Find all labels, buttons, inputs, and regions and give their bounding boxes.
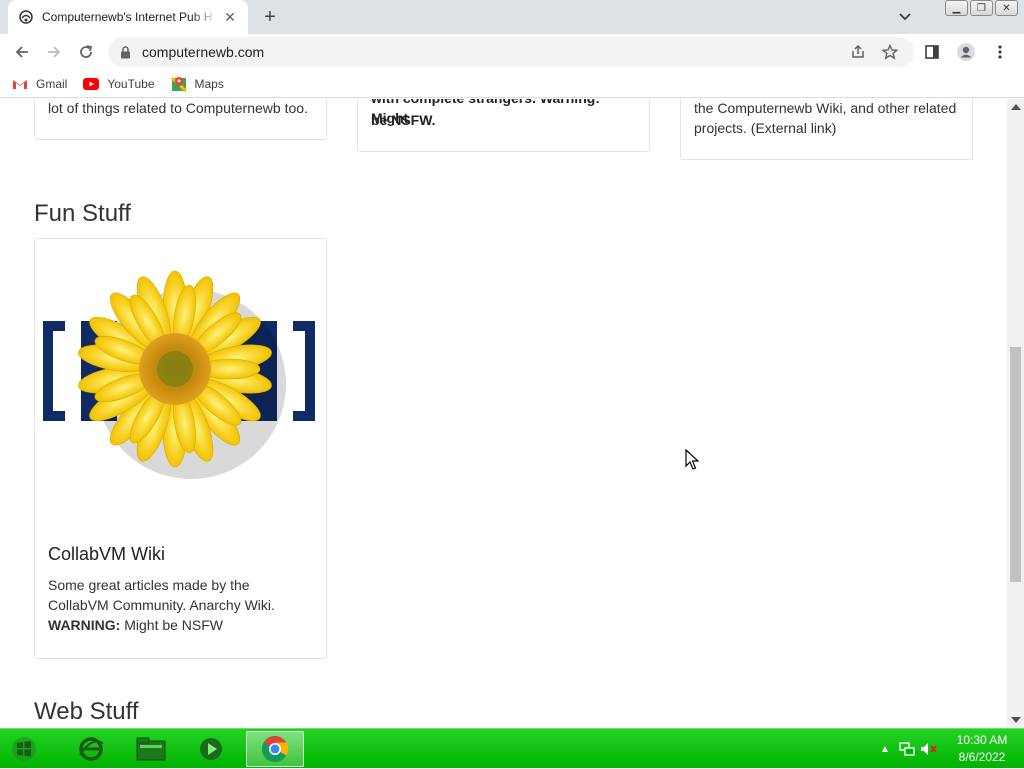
profile-avatar-icon[interactable] [950,36,982,68]
top-card-1: lot of things related to Computernewb to… [34,99,327,140]
card-description: lot of things related to Computernewb to… [48,100,308,116]
new-tab-button[interactable]: + [258,5,282,29]
scroll-down-arrow-icon[interactable] [1011,717,1021,723]
bookmark-star-icon[interactable] [878,40,902,64]
gmail-icon [12,76,28,92]
page-content: lot of things related to Computernewb to… [0,99,1007,728]
taskbar-explorer-icon[interactable] [122,731,180,767]
show-desktop-button[interactable] [1018,729,1024,769]
collabvm-logo-image[interactable] [41,269,319,499]
mouse-cursor-icon [685,448,700,476]
tab-search-chevron-icon[interactable] [895,8,915,26]
close-window-button[interactable]: ✕ [995,0,1018,16]
card-line-1: Some great articles made by the [48,577,250,593]
warning-text: Might be NSFW [120,617,224,633]
card-line-2: CollabVM Community. Anarchy Wiki. [48,597,275,613]
back-button[interactable] [6,36,38,68]
toolbar-right [916,36,1016,68]
browser-window: Computernewb's Internet Pub H ✕ + ▁ ❐ ✕ … [0,0,1024,728]
clock[interactable]: 10:30 AM 8/6/2022 [946,732,1018,766]
site-favicon-icon [18,9,34,25]
browser-tab[interactable]: Computernewb's Internet Pub H ✕ [8,0,248,34]
bookmark-label: YouTube [107,76,155,91]
bookmark-gmail[interactable]: Gmail [12,76,67,92]
menu-kebab-icon[interactable] [984,36,1016,68]
bookmark-youtube[interactable]: YouTube [83,76,155,92]
card-warning: WARNING: Might be NSFW [48,615,223,635]
section-heading-fun-stuff: Fun Stuff [34,200,131,227]
address-bar[interactable]: computernewb.com [108,37,914,67]
taskbar-ie-icon[interactable] [62,731,120,767]
tab-strip: Computernewb's Internet Pub H ✕ + ▁ ❐ ✕ [0,0,1024,34]
clock-date: 8/6/2022 [958,750,1006,764]
bookmark-label: Gmail [36,76,68,91]
scroll-thumb[interactable] [1010,347,1021,582]
lock-icon[interactable] [120,45,132,59]
forward-button[interactable] [38,36,70,68]
system-tray: ▲ 10:30 AM 8/6/2022 [874,729,1024,769]
section-heading-web-stuff: Web Stuff [34,698,139,725]
restore-button[interactable]: ❐ [970,0,993,16]
url-text: computernewb.com [142,44,265,60]
volume-muted-icon[interactable] [918,738,940,760]
top-card-2: with complete strangers. Warning: Might … [357,99,650,152]
minimize-button[interactable]: ▁ [945,0,968,16]
bookmark-label: Maps [194,76,224,91]
taskbar-chrome-icon[interactable] [246,731,304,767]
tab-title: Computernewb's Internet Pub H [42,10,213,24]
window-controls: ▁ ❐ ✕ [945,0,1018,16]
scroll-up-arrow-icon[interactable] [1011,104,1021,110]
side-panel-icon[interactable] [916,36,948,68]
card-line-2: projects. (External link) [694,120,837,136]
warning-label: WARNING: [48,617,121,633]
start-button[interactable] [6,732,42,766]
top-card-3: the Computernewb Wiki, and other related… [680,99,973,160]
bookmark-maps[interactable]: Maps [170,76,224,92]
clock-time: 10:30 AM [956,733,1008,747]
maps-icon [170,76,187,92]
reload-button[interactable] [70,36,102,68]
card-warning-line: be NSFW. [371,112,436,128]
browser-toolbar: computernewb.com [0,34,1024,70]
network-icon[interactable] [896,738,918,760]
youtube-icon [83,76,100,92]
share-icon[interactable] [846,40,870,64]
collabvm-wiki-card[interactable]: CollabVM Wiki Some great articles made b… [34,238,327,659]
close-tab-icon[interactable]: ✕ [222,9,238,25]
card-title[interactable]: CollabVM Wiki [48,544,165,565]
taskbar: ▲ 10:30 AM 8/6/2022 [0,728,1024,768]
card-line-1: the Computernewb Wiki, and other related [694,100,957,116]
taskbar-media-player-icon[interactable] [182,731,240,767]
show-hidden-icons-icon[interactable]: ▲ [874,738,896,760]
bookmarks-bar: Gmail YouTube Maps [0,70,1024,98]
page-scrollbar[interactable] [1007,99,1024,728]
